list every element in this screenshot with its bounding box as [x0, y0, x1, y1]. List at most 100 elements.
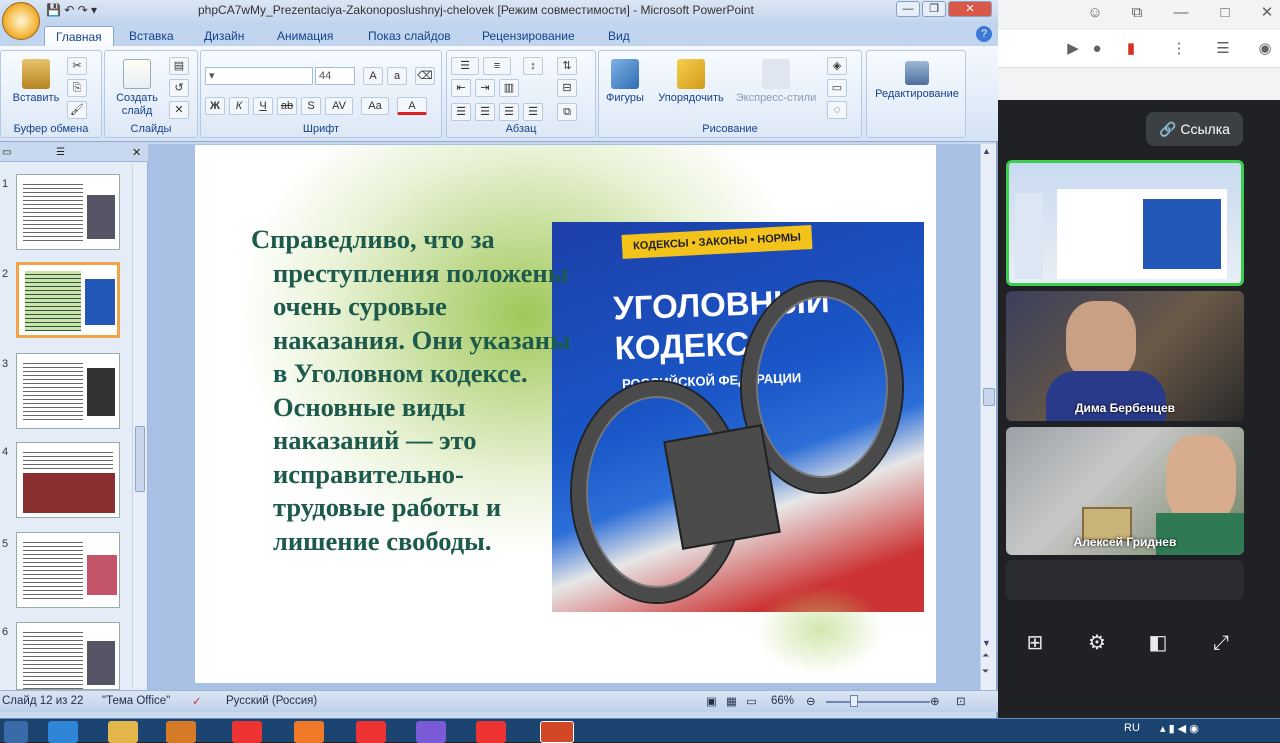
normal-view-icon[interactable]: ▣ [706, 694, 717, 708]
tab-slideshow[interactable]: Показ слайдов [357, 26, 462, 46]
more-participants-tile[interactable] [1006, 560, 1244, 600]
new-slide-button[interactable]: Создать слайд [109, 59, 165, 118]
align-center-icon[interactable]: ☰ [475, 103, 495, 121]
text-direction-icon[interactable]: ⇅ [557, 57, 577, 75]
powerpoint-taskbar-icon[interactable] [540, 721, 574, 743]
arrange-button[interactable]: Упорядочить [651, 59, 731, 105]
zoom-slider[interactable] [826, 701, 930, 703]
slide-thumbnail[interactable] [16, 532, 120, 608]
reading-list-icon[interactable]: ☰ [1212, 38, 1234, 60]
align-text-icon[interactable]: ⊟ [557, 79, 577, 97]
slides-tab-icon[interactable]: ▭ [2, 147, 11, 158]
tab-animation[interactable]: Анимация [266, 26, 344, 46]
indent-icon[interactable]: ⇤ [451, 79, 471, 97]
close-button[interactable]: ✕ [948, 1, 992, 17]
slide-thumbnail[interactable] [16, 174, 120, 250]
media-icon[interactable] [166, 721, 196, 743]
screen-share-tile[interactable] [1006, 160, 1244, 286]
participant-tile[interactable]: Алексей Гриднев [1006, 427, 1244, 555]
paste-button[interactable]: Вставить [7, 59, 65, 105]
fullscreen-icon[interactable]: ⤢ [1206, 628, 1236, 658]
format-painter-icon[interactable]: 🖌 [67, 101, 87, 119]
sorter-view-icon[interactable]: ▦ [726, 694, 737, 708]
language[interactable]: Русский (Россия) [226, 695, 317, 707]
spacing-icon[interactable]: AV [325, 97, 353, 115]
reset-icon[interactable]: ↺ [169, 79, 189, 97]
shapes-button[interactable]: Фигуры [603, 59, 647, 105]
help-icon[interactable]: ? [976, 26, 992, 42]
bold-icon[interactable]: Ж [205, 97, 225, 115]
shape-outline-icon[interactable]: ▭ [827, 79, 847, 97]
next-slide-icon[interactable]: ⏷ [982, 666, 989, 677]
tab-insert[interactable]: Вставка [118, 26, 185, 46]
outline-tab-icon[interactable]: ☰ [56, 147, 65, 158]
copy-tab-icon[interactable]: ⧉ [1126, 2, 1148, 24]
shape-fill-icon[interactable]: ◈ [827, 57, 847, 75]
zoom-in-icon[interactable]: ⊕ [930, 694, 940, 708]
justify-icon[interactable]: ☰ [523, 103, 543, 121]
shrink-font-icon[interactable]: a [387, 67, 407, 85]
minimize-button[interactable]: — [896, 1, 920, 17]
bookmark-icon[interactable]: ▮ [1120, 38, 1142, 60]
grow-font-icon[interactable]: A [363, 67, 383, 85]
tray-icons[interactable]: ▴ ▮ ◀ ◉ [1160, 722, 1199, 735]
camera-icon[interactable]: ▶ [1062, 38, 1084, 60]
quick-access-toolbar[interactable]: 💾 ↶ ↷ ▾ [46, 3, 97, 17]
smartart-icon[interactable]: ⧉ [557, 103, 577, 121]
yandex-browser-icon[interactable] [356, 721, 386, 743]
layout-icon[interactable]: ▤ [169, 57, 189, 75]
slide-scrollbar[interactable]: ▲ ▼ ⏶ ⏷ [980, 144, 996, 690]
slide-picture[interactable]: КОДЕКСЫ • ЗАКОНЫ • НОРМЫ УГОЛОВНЫЙ КОДЕК… [552, 222, 924, 612]
scroll-down-icon[interactable]: ▼ [982, 638, 991, 648]
tab-review[interactable]: Рецензирование [471, 26, 586, 46]
slide-thumbnail[interactable] [16, 622, 120, 690]
scroll-up-icon[interactable]: ▲ [982, 146, 991, 156]
tab-home[interactable]: Главная [44, 26, 114, 46]
close-icon[interactable]: ✕ [1256, 2, 1278, 24]
office-button[interactable] [2, 2, 40, 40]
slideshow-view-icon[interactable]: ▭ [746, 694, 757, 708]
tab-design[interactable]: Дизайн [193, 26, 255, 46]
profile-icon[interactable]: ◉ [1254, 38, 1276, 60]
line-spacing-icon[interactable]: ↕ [523, 57, 543, 75]
tab-view[interactable]: Вид [597, 26, 641, 46]
font-name-field[interactable]: ▾ [205, 67, 313, 85]
editing-button[interactable]: Редактирование [869, 61, 965, 101]
zoom-slider-thumb[interactable] [850, 695, 858, 707]
fit-to-window-icon[interactable]: ⊡ [956, 694, 966, 708]
scrollbar-thumb[interactable] [135, 426, 145, 492]
delete-slide-icon[interactable]: ✕ [169, 101, 189, 119]
slides-pane-scrollbar[interactable] [132, 164, 146, 688]
slide-canvas[interactable]: Справедливо, что за преступления положен… [195, 145, 936, 683]
grid-layout-icon[interactable]: ⊞ [1020, 628, 1050, 658]
underline-icon[interactable]: Ч [253, 97, 273, 115]
slide-thumbnail[interactable] [16, 353, 120, 429]
settings-icon[interactable]: ⚙ [1082, 628, 1112, 658]
zoom-level[interactable]: 66% [771, 695, 794, 707]
strikethrough-icon[interactable]: ab [277, 97, 297, 115]
picture-in-picture-icon[interactable]: ◧ [1143, 628, 1173, 658]
shadow-icon[interactable]: S [301, 97, 321, 115]
copy-link-button[interactable]: 🔗 Ссылка [1146, 112, 1243, 146]
case-icon[interactable]: Aa [361, 97, 389, 115]
cut-icon[interactable]: ✂ [67, 57, 87, 75]
italic-icon[interactable]: К [229, 97, 249, 115]
minimize-icon[interactable]: — [1170, 2, 1192, 24]
shape-effects-icon[interactable]: ◌ [827, 101, 847, 119]
keyboard-language[interactable]: RU [1124, 722, 1140, 734]
start-icon[interactable] [4, 721, 28, 743]
bullets-icon[interactable]: ☰ [451, 57, 479, 75]
spellcheck-icon[interactable]: ✓ [192, 694, 202, 708]
ie-icon[interactable] [48, 721, 78, 743]
slide-thumbnail[interactable] [16, 442, 120, 518]
align-right-icon[interactable]: ☰ [499, 103, 519, 121]
firefox-icon[interactable] [294, 721, 324, 743]
maximize-icon[interactable]: □ [1214, 2, 1236, 24]
numbering-icon[interactable]: ≡ [483, 57, 511, 75]
prev-slide-icon[interactable]: ⏶ [982, 650, 989, 661]
close-pane-icon[interactable]: ✕ [132, 146, 141, 159]
menu-icon[interactable]: ⋮ [1168, 38, 1190, 60]
copy-icon[interactable]: ⎘ [67, 79, 87, 97]
align-left-icon[interactable]: ☰ [451, 103, 471, 121]
outdent-icon[interactable]: ⇥ [475, 79, 495, 97]
